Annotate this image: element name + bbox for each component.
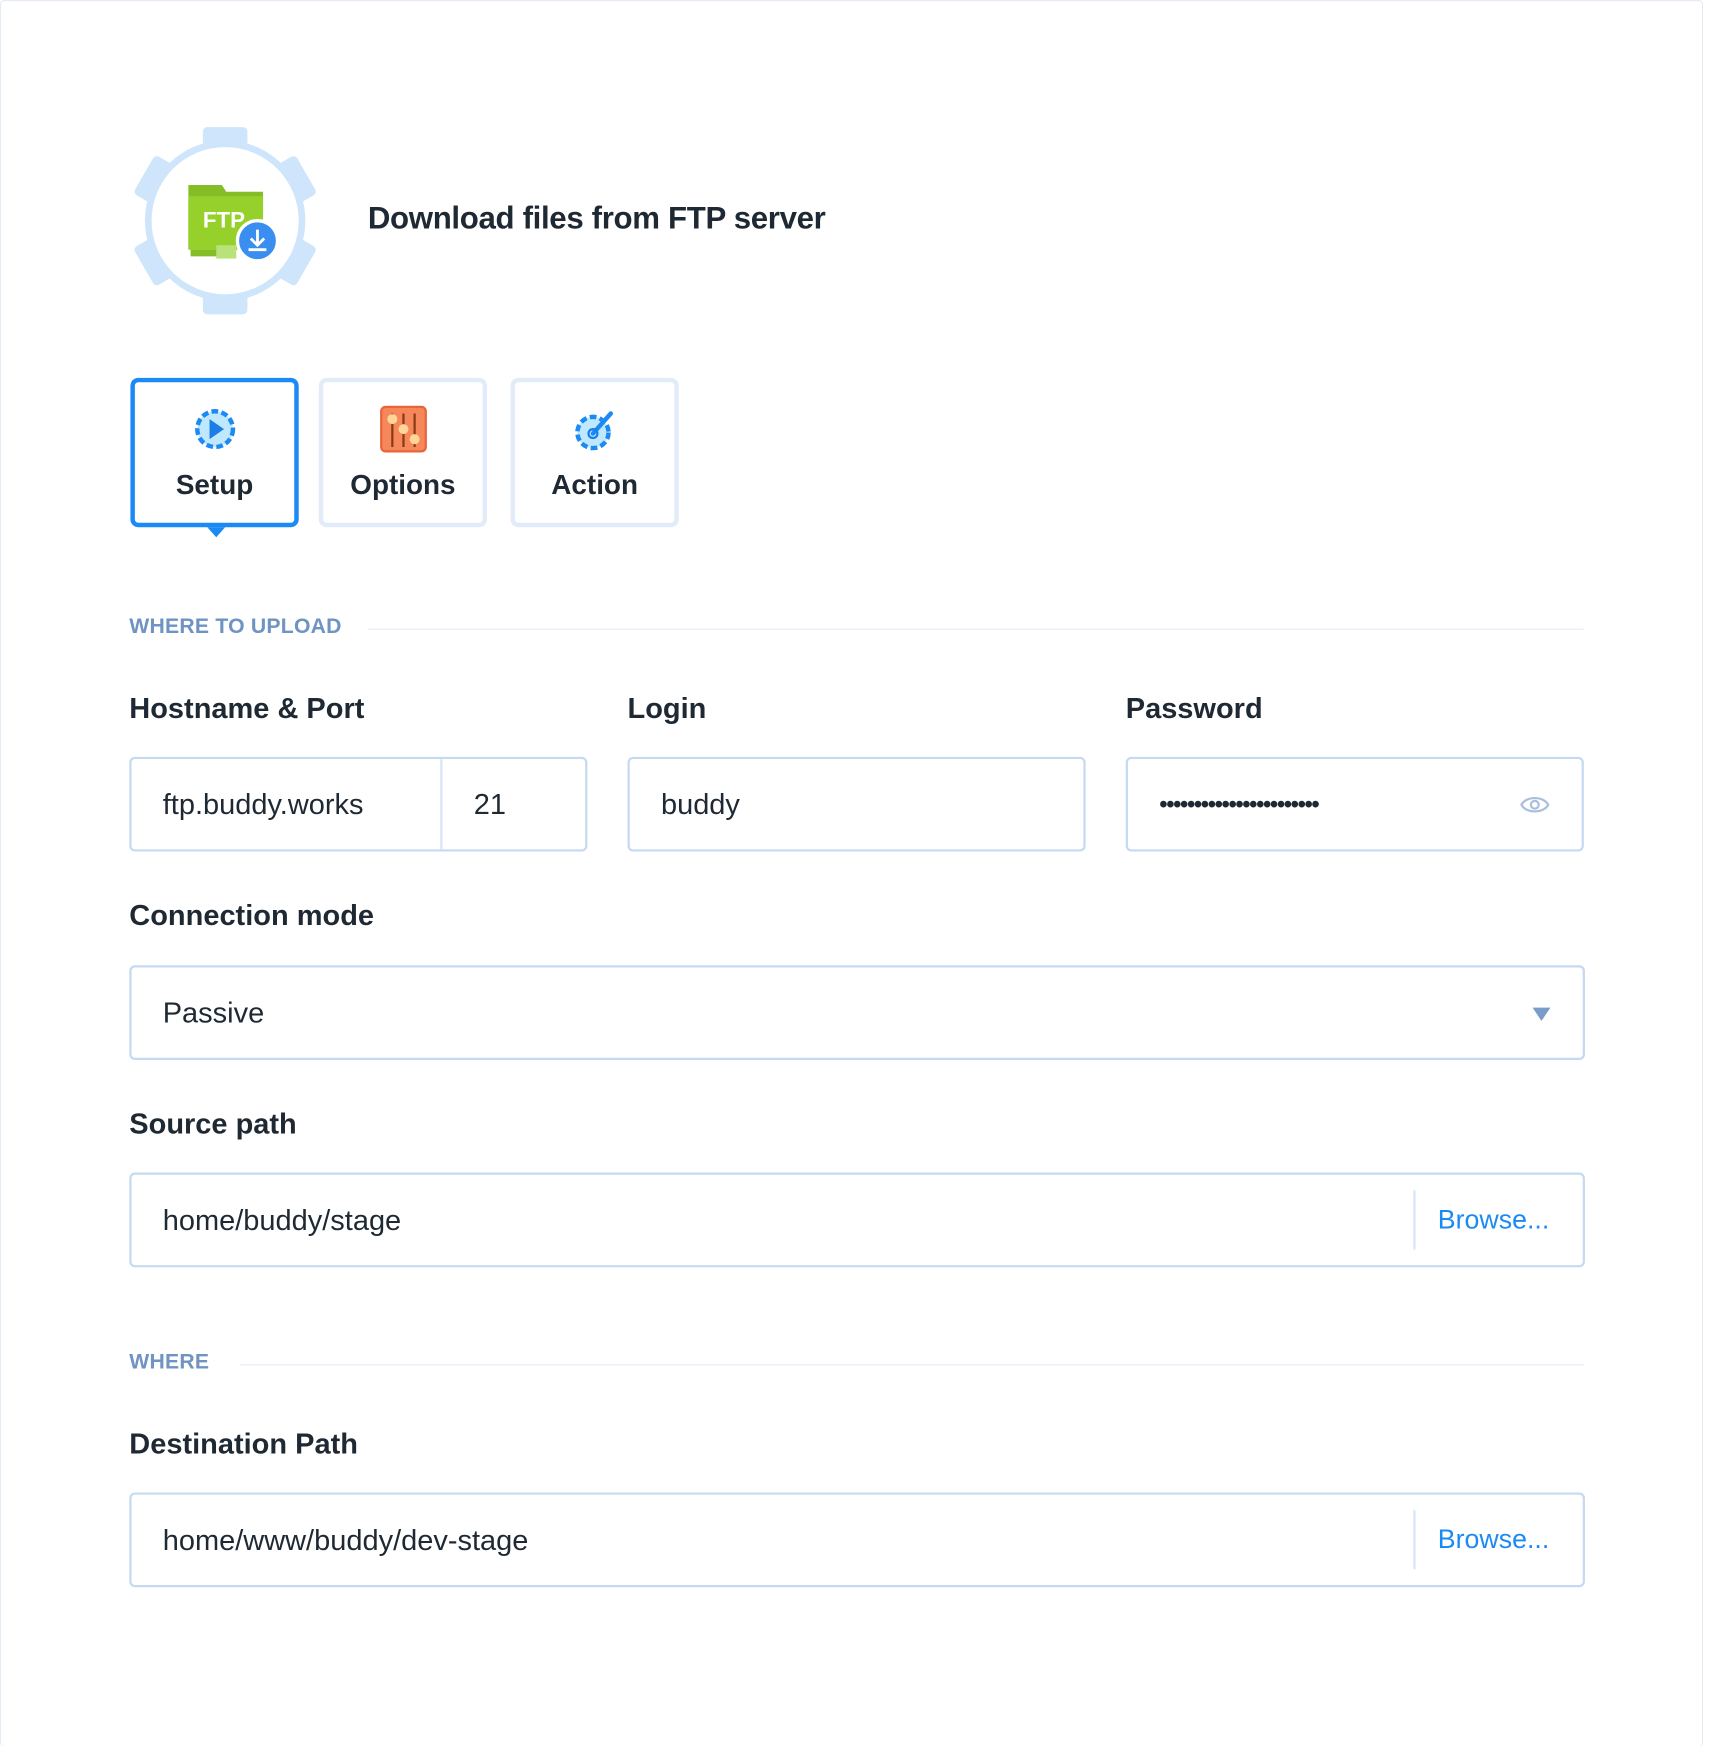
destination-path-label: Destination Path: [129, 1426, 358, 1461]
hostname-port-field: ftp.buddy.works 21: [129, 756, 588, 852]
tab-label: Action: [551, 469, 638, 501]
divider: [239, 1364, 1584, 1366]
sliders-icon: [379, 405, 427, 453]
logo-text: FTP: [203, 207, 245, 232]
login-value: buddy: [660, 786, 740, 821]
port-input[interactable]: 21: [474, 787, 506, 822]
divider: [1413, 1510, 1416, 1570]
section-heading: WHERE TO UPLOAD: [129, 615, 342, 639]
password-input[interactable]: •••••••••••••••••••••••: [1125, 756, 1584, 852]
chevron-down-icon: [1532, 1007, 1551, 1021]
source-path-field: home/buddy/stage Browse...: [129, 1172, 1585, 1268]
destination-browse-button[interactable]: Browse...: [1438, 1524, 1549, 1555]
source-path-input[interactable]: home/buddy/stage: [163, 1203, 401, 1238]
connection-mode-value: Passive: [162, 995, 265, 1029]
destination-path-field: home/www/buddy/dev-stage Browse...: [129, 1492, 1585, 1588]
section-heading: WHERE: [129, 1350, 210, 1375]
tab-label: Setup: [175, 469, 254, 501]
connection-mode-label: Connection mode: [129, 898, 375, 932]
password-label: Password: [1125, 691, 1263, 725]
destination-path-input[interactable]: home/www/buddy/dev-stage: [163, 1523, 529, 1558]
source-path-label: Source path: [129, 1106, 297, 1141]
tab-action[interactable]: Action: [510, 377, 679, 528]
eye-icon[interactable]: [1519, 792, 1550, 817]
login-input[interactable]: buddy: [627, 756, 1086, 852]
page-title: Download files from FTP server: [367, 200, 826, 236]
gear-play-icon: [194, 409, 235, 450]
gear-wrench-icon: [574, 411, 613, 451]
hostname-label: Hostname & Port: [129, 691, 365, 725]
active-tab-indicator: [207, 527, 226, 538]
login-label: Login: [627, 691, 707, 725]
tab-setup[interactable]: Setup: [130, 377, 299, 528]
ftp-download-icon: FTP: [129, 125, 321, 322]
password-value: •••••••••••••••••••••••: [1159, 789, 1320, 818]
source-browse-button[interactable]: Browse...: [1438, 1204, 1549, 1235]
divider: [367, 628, 1584, 630]
tab-label: Options: [350, 469, 456, 501]
connection-mode-select[interactable]: Passive: [129, 965, 1585, 1060]
hostname-input[interactable]: ftp.buddy.works: [163, 787, 364, 822]
divider: [1413, 1190, 1416, 1250]
divider: [440, 759, 443, 850]
tab-options[interactable]: Options: [318, 377, 488, 528]
